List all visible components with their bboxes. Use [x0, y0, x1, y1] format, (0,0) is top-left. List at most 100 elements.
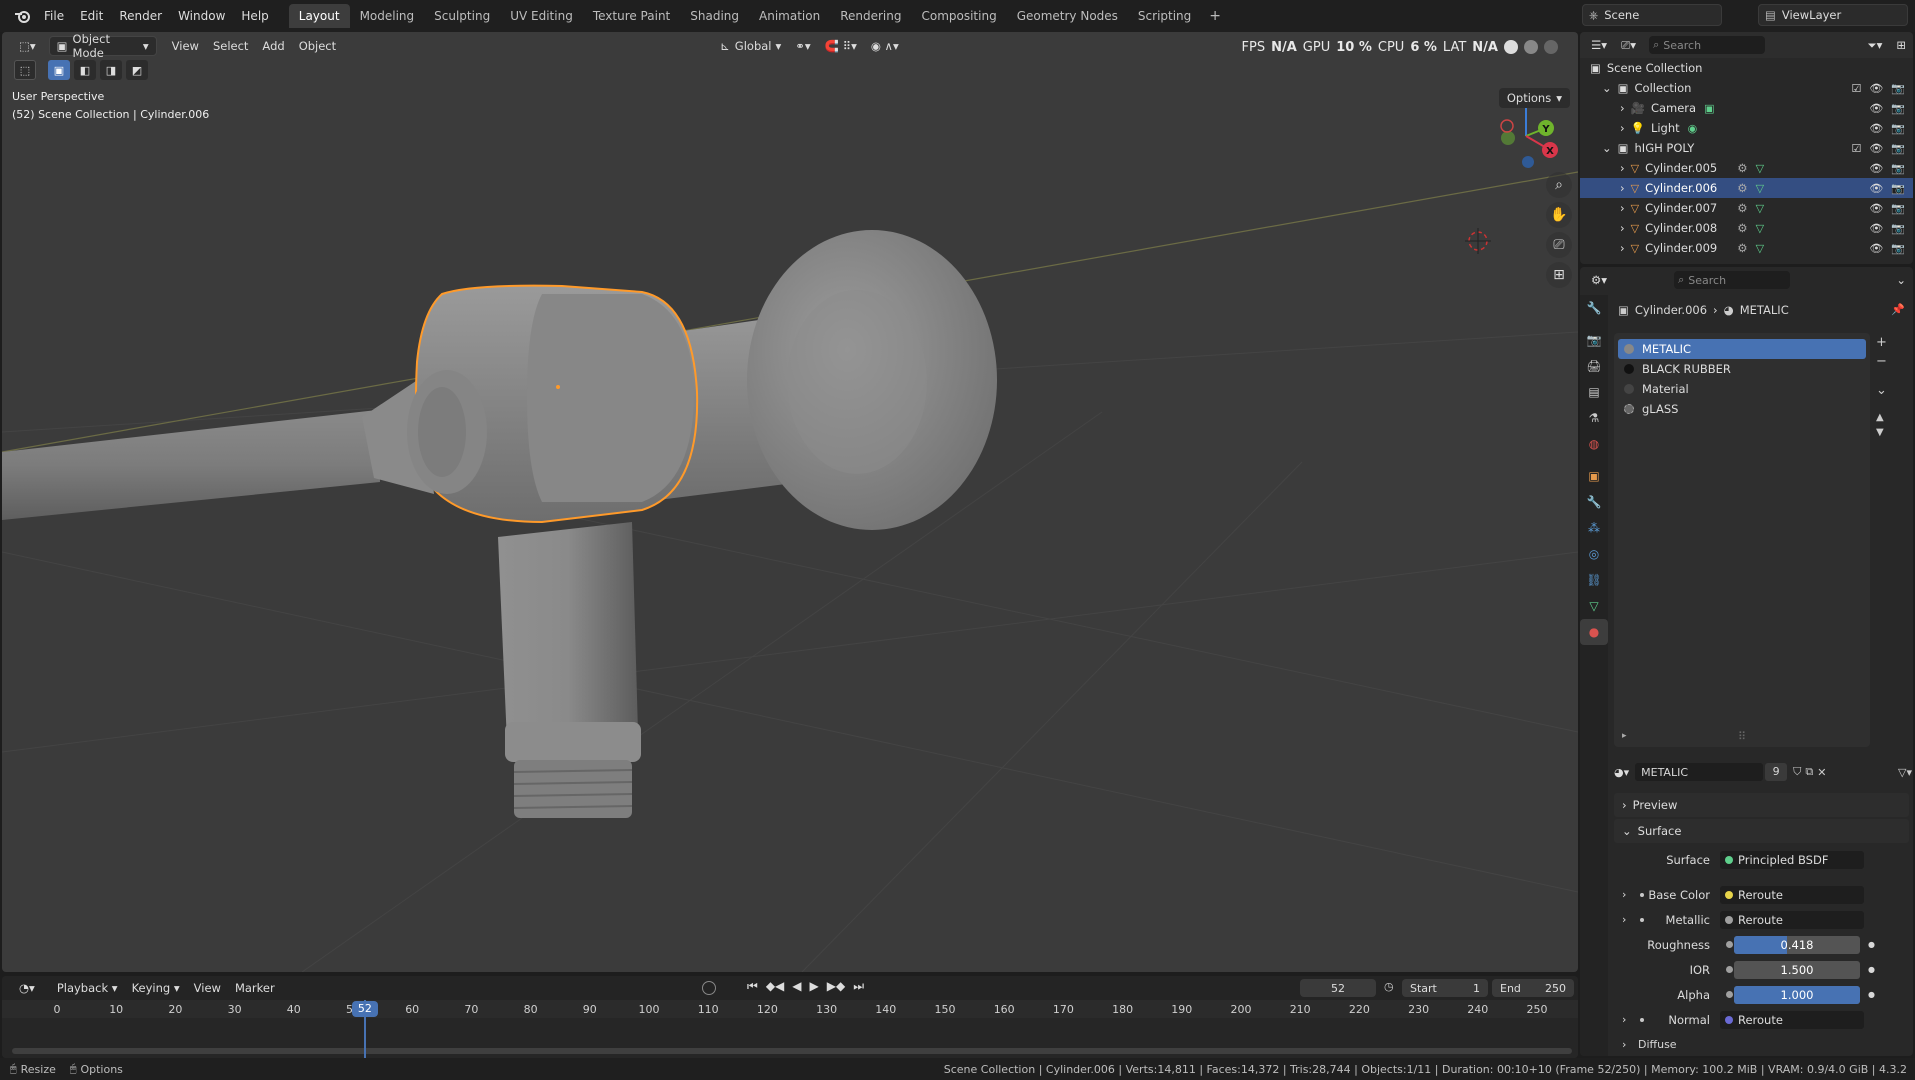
move-down-icon[interactable]: ▼	[1876, 427, 1887, 438]
gizmo-neg-x-icon[interactable]	[1500, 119, 1514, 133]
menu-window[interactable]: Window	[170, 6, 233, 26]
select-box-invert-icon[interactable]: ◩	[126, 60, 148, 80]
blender-logo-icon[interactable]	[10, 5, 36, 27]
3d-cursor-icon[interactable]	[1465, 228, 1491, 254]
tab-scripting[interactable]: Scripting	[1128, 4, 1201, 28]
camera-render-icon[interactable]: 📷	[1891, 242, 1905, 255]
eye-icon[interactable]: 👁	[1869, 122, 1883, 135]
material-slot[interactable]: BLACK RUBBER	[1618, 359, 1866, 379]
outliner-row-cylinder-005[interactable]: › ▽ Cylinder.005 ⚙ ▽ 👁 📷	[1580, 158, 1913, 178]
user-count[interactable]: 9	[1765, 763, 1788, 781]
ior-field[interactable]: 1.500	[1734, 960, 1860, 979]
stem[interactable]	[498, 522, 638, 742]
outliner-row-cylinder-006[interactable]: › ▽ Cylinder.006 ⚙ ▽ 👁 📷	[1580, 178, 1913, 198]
material-slot[interactable]: gLASS	[1618, 399, 1866, 419]
eye-icon[interactable]: 👁	[1869, 82, 1883, 95]
menu-view[interactable]: View	[165, 36, 206, 56]
outliner-row-cylinder-007[interactable]: › ▽ Cylinder.007 ⚙ ▽ 👁 📷	[1580, 198, 1913, 218]
timeline-ruler[interactable]: 0102030405060708090100110120130140150160…	[2, 1000, 1578, 1018]
chevron-right-icon[interactable]: ›	[1622, 1038, 1626, 1051]
tool-tab-icon[interactable]: 🔧	[1580, 295, 1608, 321]
viewport-options-button[interactable]: Options ▾	[1498, 88, 1570, 108]
jump-start-icon[interactable]: ⏮	[747, 979, 758, 994]
tab-sculpting[interactable]: Sculpting	[424, 4, 500, 28]
add-slot-button[interactable]: +	[1876, 335, 1887, 350]
surface-shader-field[interactable]: Principled BSDF	[1720, 850, 1864, 869]
select-tool-icon[interactable]: ⬚	[14, 60, 36, 80]
ortho-grid-icon[interactable]: ⊞	[1546, 262, 1572, 288]
gizmo-neg-y-icon[interactable]	[1501, 131, 1515, 145]
thread[interactable]	[513, 760, 633, 818]
outliner-search-input[interactable]: ⌕ Search	[1649, 36, 1766, 54]
output-tab-icon[interactable]: 🖨	[1580, 353, 1608, 379]
fake-user-icon[interactable]: ⛉	[1793, 765, 1801, 779]
tab-texture-paint[interactable]: Texture Paint	[583, 4, 680, 28]
tab-geometry-nodes[interactable]: Geometry Nodes	[1007, 4, 1128, 28]
keyframe-dot-icon[interactable]: ●	[1868, 940, 1875, 949]
timeline-editor-icon[interactable]: ◔▾	[12, 978, 42, 998]
pivot-icon[interactable]: ⚭▾	[788, 36, 817, 56]
select-box-new-icon[interactable]: ▣	[48, 60, 70, 80]
camera-render-icon[interactable]: 📷	[1891, 162, 1905, 175]
alpha-slider[interactable]: 1.000	[1734, 985, 1860, 1004]
outliner-editor-icon[interactable]: ☰▾	[1584, 35, 1614, 55]
outliner-row-high-poly[interactable]: ⌄ ▣ hIGH POLY ☑ 👁 📷	[1580, 138, 1913, 158]
camera-render-icon[interactable]: 📷	[1891, 142, 1905, 155]
menu-marker[interactable]: Marker	[228, 978, 282, 998]
base-color-field[interactable]: Reroute	[1720, 885, 1864, 904]
viewport-scene[interactable]: Z Y X	[2, 32, 1578, 972]
shading-rendered-icon[interactable]	[1544, 40, 1558, 54]
material-slot-list[interactable]: METALIC BLACK RUBBER Material gLASS ▸ ⠿	[1614, 333, 1870, 747]
3d-viewport[interactable]: Z Y X ⬚▾ ▣ Object Mode ▾ View Select Add…	[2, 32, 1578, 972]
material-slot[interactable]: METALIC	[1618, 339, 1866, 359]
menu-object[interactable]: Object	[292, 36, 343, 56]
play-reverse-icon[interactable]: ◀	[792, 979, 801, 994]
editor-type-icon[interactable]: ⬚▾	[12, 36, 43, 56]
current-frame-field[interactable]: 52	[1300, 979, 1376, 997]
link-data-icon[interactable]: ▽▾	[1898, 766, 1912, 779]
select-box-extend-icon[interactable]: ◧	[74, 60, 96, 80]
scene-selector[interactable]: ⎈ Scene	[1582, 4, 1722, 26]
menu-keying[interactable]: Keying ▾	[125, 978, 187, 998]
mode-selector[interactable]: ▣ Object Mode ▾	[48, 32, 157, 60]
world-tab-icon[interactable]: ◍	[1580, 431, 1608, 457]
chevron-right-icon[interactable]: ›	[1622, 1013, 1626, 1026]
menu-playback[interactable]: Playback ▾	[50, 978, 125, 998]
chevron-right-icon[interactable]: ›	[1622, 888, 1626, 901]
tab-layout[interactable]: Layout	[288, 4, 350, 28]
material-name-field[interactable]: METALIC	[1635, 763, 1764, 781]
select-box-subtract-icon[interactable]: ◨	[100, 60, 122, 80]
properties-editor[interactable]: ⚙▾ ⌕ Search ⌄ 🔧 📷 🖨 ▤ ⚗ ◍ ▣ 🔧 ⁂ ◎ ⛓ ▽ ● …	[1580, 267, 1913, 1056]
chevron-down-icon[interactable]: ⌄	[1602, 141, 1612, 155]
checkbox-icon[interactable]: ☑	[1851, 142, 1861, 155]
menu-select[interactable]: Select	[206, 36, 255, 56]
chevron-right-icon[interactable]: ›	[1620, 201, 1625, 215]
menu-help[interactable]: Help	[233, 6, 276, 26]
remove-slot-button[interactable]: −	[1876, 354, 1887, 369]
metallic-field[interactable]: Reroute	[1720, 910, 1864, 929]
material-browse-icon[interactable]: ◕▾	[1614, 766, 1629, 779]
roughness-slider[interactable]: 0.418	[1734, 935, 1860, 954]
tab-animation[interactable]: Animation	[749, 4, 830, 28]
material-slot[interactable]: Material	[1618, 379, 1866, 399]
pin-icon[interactable]: 📌	[1891, 303, 1905, 316]
list-resize-handle-icon[interactable]: ⠿	[1738, 730, 1746, 743]
keyframe-dot-icon[interactable]: ●	[1868, 965, 1875, 974]
start-frame-field[interactable]: Start 1	[1402, 979, 1488, 997]
jump-end-icon[interactable]: ⏭	[853, 979, 864, 994]
object-tab-icon[interactable]: ▣	[1580, 463, 1608, 489]
eye-icon[interactable]: 👁	[1869, 202, 1883, 215]
render-tab-icon[interactable]: 📷	[1580, 327, 1608, 353]
camera-render-icon[interactable]: 📷	[1891, 122, 1905, 135]
new-collection-icon[interactable]: ⊞	[1889, 35, 1913, 55]
long-pipe[interactable]	[2, 410, 380, 520]
menu-add[interactable]: Add	[255, 36, 291, 56]
zoom-icon[interactable]: ⌕	[1546, 172, 1572, 198]
outliner-row-cylinder-009[interactable]: › ▽ Cylinder.009 ⚙ ▽ 👁 📷	[1580, 238, 1913, 258]
camera-view-icon[interactable]: ⎚	[1546, 232, 1572, 258]
normal-field[interactable]: Reroute	[1720, 1010, 1864, 1029]
tab-uv-editing[interactable]: UV Editing	[500, 4, 583, 28]
timeline-scrollbar[interactable]	[12, 1048, 1572, 1054]
chevron-right-icon[interactable]: ›	[1620, 101, 1625, 115]
outliner-row-scene-collection[interactable]: ▣ Scene Collection	[1580, 58, 1913, 78]
